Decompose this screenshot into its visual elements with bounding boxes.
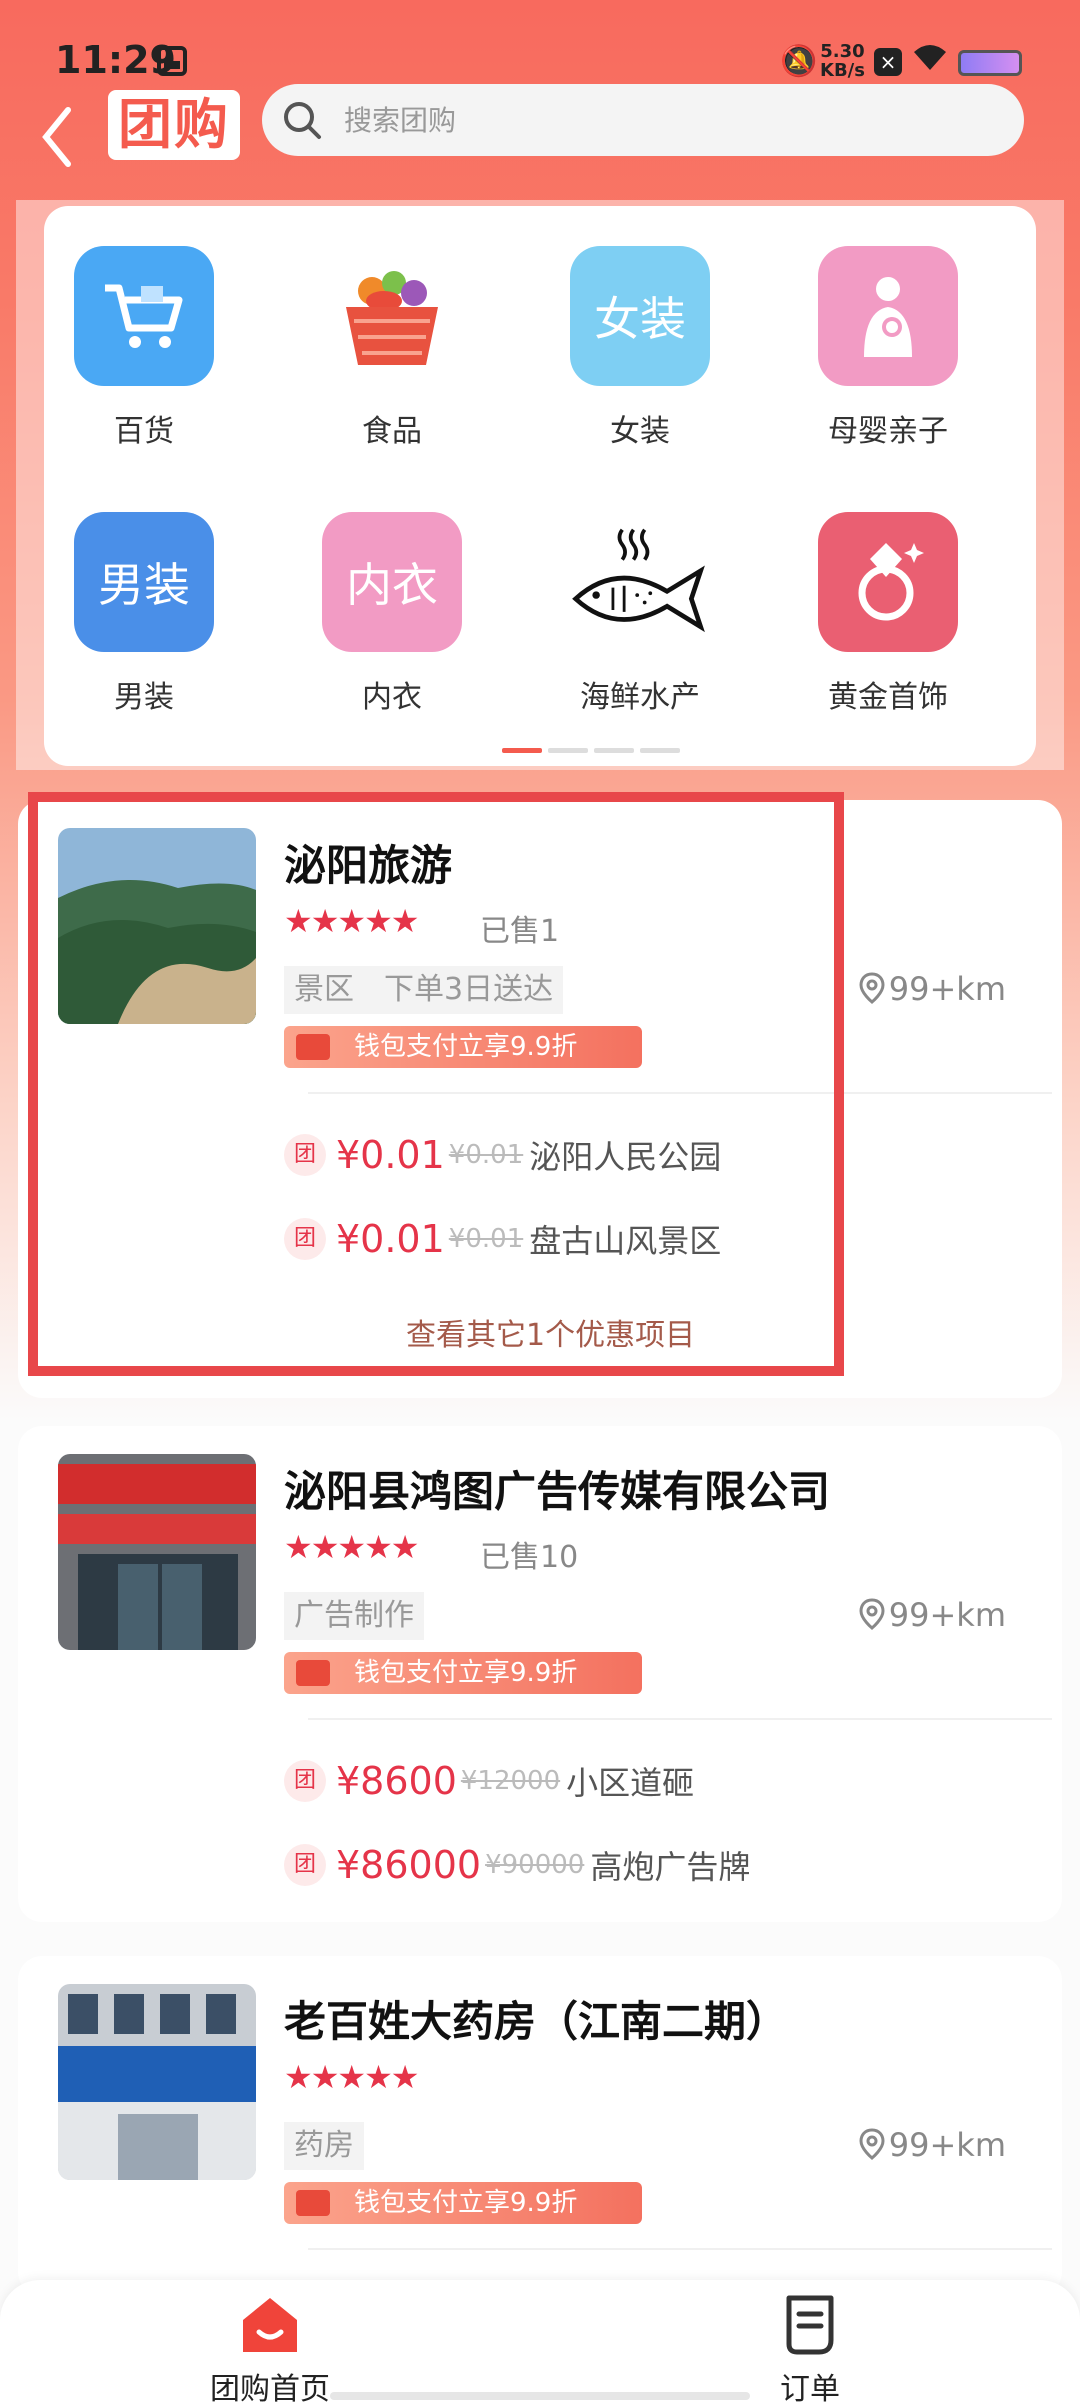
network-speed: 5.30 KB/s: [820, 41, 865, 81]
orders-document-icon: [775, 2290, 845, 2360]
deal-item[interactable]: 团 ¥86000 ¥90000 高炮广告牌: [284, 1842, 750, 1902]
groupbuy-logo: 团购: [108, 90, 240, 160]
store-card-3[interactable]: 老百姓大药房（江南二期） ★★★★★ 药房 99+km 钱包支付立享9.9折: [18, 1956, 1062, 2296]
mother-baby-icon: [818, 246, 958, 386]
underwear-icon: 内衣: [322, 512, 462, 652]
page-dot: [640, 748, 680, 753]
selection-highlight-box: [28, 792, 844, 1376]
womens-clothing-icon: 女装: [570, 246, 710, 386]
sold-count: 已售10: [480, 1540, 579, 1575]
store-thumbnail-storefront: [58, 1454, 256, 1650]
wifi-icon: [910, 40, 950, 83]
page-dot: [594, 748, 634, 753]
category-label: 内衣: [362, 680, 422, 715]
category-grid: 百货 食品 女装 女装 母婴亲子 男装 男装 内衣 内衣 海鲜水产 黄金首饰: [44, 206, 1036, 766]
location-pin-icon: [859, 2128, 885, 2160]
page-indicator: [502, 738, 686, 757]
location-pin-icon: [859, 972, 885, 1004]
category-mens-clothing[interactable]: 男装 男装: [44, 472, 244, 715]
wallet-icon: [296, 2190, 330, 2216]
battery-icon: [958, 50, 1022, 76]
category-seafood[interactable]: 海鲜水产: [540, 472, 740, 715]
food-basket-icon: [322, 246, 462, 386]
store-card-2[interactable]: 泌阳县鸿图广告传媒有限公司 ★★★★★ 已售10 广告制作 99+km 钱包支付…: [18, 1426, 1062, 1922]
category-food[interactable]: 食品: [292, 206, 492, 449]
store-tags: 广告制作: [284, 1592, 424, 1640]
fish-icon: [570, 512, 710, 652]
store-title: 老百姓大药房（江南二期）: [284, 1997, 789, 2046]
shopping-cart-icon: [74, 246, 214, 386]
rating-stars-icon: ★★★★★: [284, 2058, 419, 2096]
top-header: 团购: [0, 80, 1080, 200]
search-input[interactable]: [344, 94, 984, 146]
group-buy-badge: 团: [284, 1760, 326, 1802]
category-underwear[interactable]: 内衣 内衣: [292, 472, 492, 715]
mens-clothing-icon: 男装: [74, 512, 214, 652]
home-icon: [235, 2290, 305, 2360]
page-dot-active: [502, 748, 542, 753]
sim-card-icon: [157, 46, 187, 76]
category-label: 食品: [362, 414, 422, 449]
divider: [308, 1718, 1052, 1720]
search-icon: [282, 100, 322, 140]
category-label: 百货: [114, 414, 174, 449]
back-arrow-icon[interactable]: [38, 92, 88, 182]
wallet-icon: [296, 1660, 330, 1686]
mute-bell-icon: 🔕: [780, 44, 818, 79]
page-dot: [548, 748, 588, 753]
wallet-discount-badge: 钱包支付立享9.9折: [284, 2182, 642, 2224]
location-pin-icon: [859, 1598, 885, 1630]
rating-stars-icon: ★★★★★: [284, 1528, 419, 1566]
category-label: 女装: [610, 414, 670, 449]
category-label: 海鲜水产: [580, 680, 700, 715]
store-tags: 药房: [284, 2122, 364, 2170]
diamond-ring-icon: [818, 512, 958, 652]
category-label: 男装: [114, 680, 174, 715]
distance: 99+km: [859, 970, 1006, 1008]
distance: 99+km: [859, 2126, 1006, 2164]
wallet-discount-badge: 钱包支付立享9.9折: [284, 1652, 642, 1694]
nav-groupbuy-home[interactable]: 团购首页: [190, 2290, 350, 2408]
system-home-indicator[interactable]: [330, 2392, 750, 2400]
search-bar[interactable]: [262, 84, 1024, 156]
store-thumbnail-pharmacy: [58, 1984, 256, 2180]
distance: 99+km: [859, 1596, 1006, 1634]
category-gold-jewelry[interactable]: 黄金首饰: [788, 472, 988, 715]
store-title: 泌阳县鸿图广告传媒有限公司: [284, 1467, 831, 1516]
status-bar: 11:29 🔕 5.30 KB/s ×: [0, 0, 1080, 83]
category-label: 黄金首饰: [828, 680, 948, 715]
category-womens-clothing[interactable]: 女装 女装: [540, 206, 740, 449]
category-mother-baby[interactable]: 母婴亲子: [788, 206, 988, 449]
divider: [308, 2248, 1052, 2250]
nav-orders[interactable]: 订单: [730, 2290, 890, 2408]
category-label: 母婴亲子: [828, 414, 948, 449]
category-general-goods[interactable]: 百货: [44, 206, 244, 449]
group-buy-badge: 团: [284, 1844, 326, 1886]
bottom-navigation: 团购首页 订单: [0, 2280, 1080, 2408]
deal-item[interactable]: 团 ¥8600 ¥12000 小区道砸: [284, 1758, 694, 1818]
notification-x-icon: ×: [874, 48, 902, 76]
